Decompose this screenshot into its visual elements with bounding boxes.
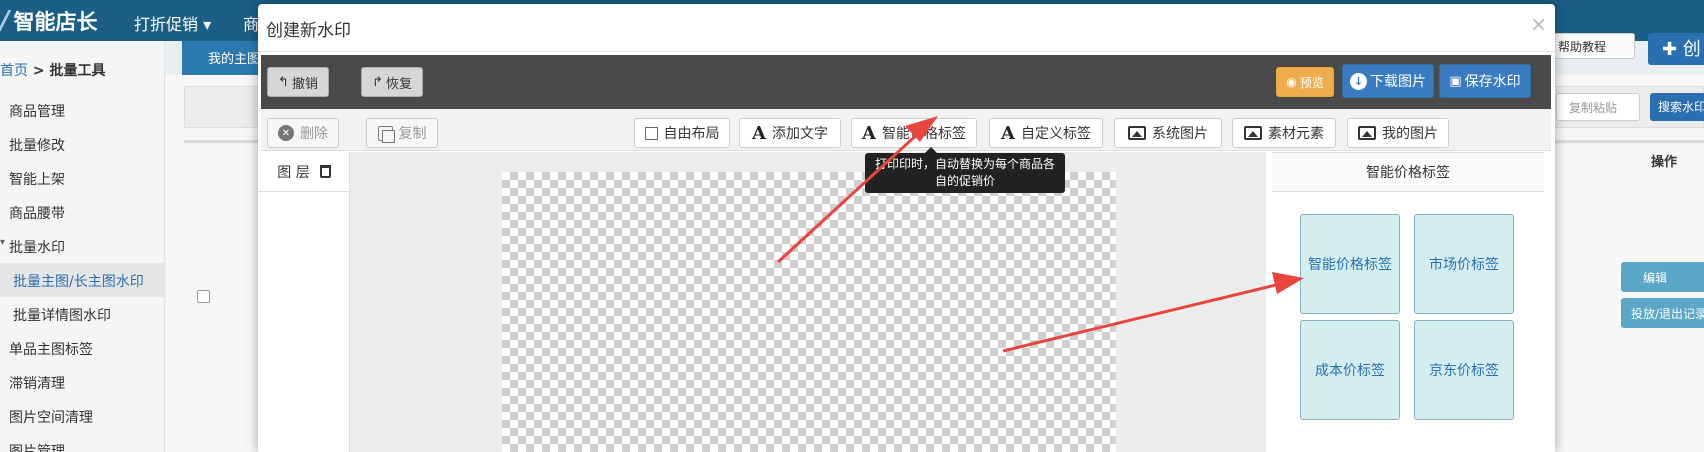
sidebar-item-main-image-watermark[interactable]: 批量主图/长主图水印 [0,263,165,297]
close-icon[interactable]: × [1530,12,1547,36]
eye-icon: ◉ [1286,75,1297,89]
create-button[interactable]: ✚ 创 [1648,33,1704,65]
paste-button[interactable]: 复制粘贴 [1556,93,1640,121]
sidebar-item-detail-watermark[interactable]: 批量详情图水印 [13,305,111,325]
free-layout-checkbox[interactable]: 自由布局 [634,118,730,148]
breadcrumb: 首页 > 批量工具 [0,60,105,80]
material-button[interactable]: 素材元素 [1232,118,1336,148]
modal-header: 创建新水印 × [258,4,1555,52]
my-image-button[interactable]: 我的图片 [1347,118,1449,148]
price-tag-panel: 智能价格标签 智能价格标签 市场价标签 成本价标签 京东价标签 [1272,152,1544,452]
breadcrumb-home[interactable]: 首页 [0,63,28,79]
panel-title: 智能价格标签 [1272,152,1544,192]
copy-icon [377,125,395,143]
smart-price-tag-button[interactable]: A 智能价格标签 [851,118,977,148]
text-icon: A [862,122,876,144]
jd-price-tag-option[interactable]: 京东价标签 [1414,320,1514,420]
logo-mark-icon: / [0,6,10,36]
preview-button[interactable]: ◉ 预览 [1276,67,1334,97]
nav-promotions[interactable]: 打折促销 ▾ [134,11,211,35]
logo-text: 智能店长 [13,10,98,34]
add-text-button[interactable]: A 添加文字 [739,118,841,148]
sidebar-item-smart-listing[interactable]: 智能上架 [9,169,65,189]
delete-button[interactable]: ✕ 删除 [267,118,339,148]
sidebar-item-goods-manage[interactable]: 商品管理 [9,101,65,121]
sidebar-item-slow-clean[interactable]: 滞销清理 [9,373,65,393]
putout-record-button[interactable]: 投放/退出记录 [1621,298,1704,328]
sidebar-item-goods-belt[interactable]: 商品腰带 [9,203,65,223]
layers-header: 图 层 [258,152,350,192]
market-price-tag-option[interactable]: 市场价标签 [1414,214,1514,314]
save-icon: ▣ [1449,73,1462,89]
help-button[interactable]: 帮助教程 [1551,33,1635,59]
download-icon: ↓ [1350,72,1367,90]
undo-button[interactable]: ↰ 撤销 [267,67,329,97]
breadcrumb-current: 批量工具 [49,63,106,79]
price-tag-tooltip: 打印印时，自动替换为每个商品各自的促销价 [865,147,1065,193]
tools-toolbar: ✕ 删除 复制 自由布局 A 添加文字 A 智能价格标签 A 自定义标签 系统图片 素材… [261,109,1551,151]
redo-arrow-icon: ↱ [372,74,383,90]
image-icon [1358,126,1376,140]
cost-price-tag-option[interactable]: 成本价标签 [1300,320,1400,420]
sidebar-item-batch-watermark[interactable]: 批量水印 [0,237,65,257]
undo-arrow-icon: ↰ [278,74,289,90]
text-icon: A [752,122,766,144]
create-watermark-modal: 创建新水印 × ↰ 撤销 ↱ 恢复 ◉ 预览 ↓ 下载图片 ▣ 保存水印 ✕ 删除 复制 自… [258,4,1555,452]
delete-icon: ✕ [278,125,294,141]
search-watermark-button[interactable]: 搜索水印 [1650,93,1704,121]
sidebar-item-batch-edit[interactable]: 批量修改 [9,135,65,155]
image-icon [1244,126,1262,140]
row-checkbox[interactable] [197,290,210,303]
layers-label: 图 层 [277,164,310,181]
tab-my-main-image[interactable]: 我的主图 [182,41,262,75]
canvas-area [350,152,1266,452]
copy-button[interactable]: 复制 [366,118,438,148]
image-icon [1128,126,1146,140]
sidebar-item-single-tag[interactable]: 单品主图标签 [9,339,93,359]
text-icon: A [1001,122,1015,144]
ops-column-header: 操作 [1651,155,1678,170]
sidebar-item-image-manage[interactable]: 图片管理 [9,441,65,452]
breadcrumb-sep: > [28,63,50,79]
layers-panel: 图 层 [258,152,350,452]
modal-title: 创建新水印 [266,21,351,41]
trash-icon[interactable] [319,165,331,178]
system-image-button[interactable]: 系统图片 [1114,118,1222,148]
edit-button[interactable]: 编辑 [1621,262,1704,292]
save-watermark-button[interactable]: ▣ 保存水印 [1439,64,1531,98]
nav-goods[interactable]: 商 [243,11,259,35]
sidebar-item-image-space-clean[interactable]: 图片空间清理 [9,407,93,427]
checkbox-icon [644,126,658,140]
watermark-canvas[interactable] [502,172,1116,452]
smart-price-tag-option[interactable]: 智能价格标签 [1300,214,1400,314]
main-toolbar: ↰ 撤销 ↱ 恢复 ◉ 预览 ↓ 下载图片 ▣ 保存水印 [261,55,1551,109]
custom-tag-button[interactable]: A 自定义标签 [989,118,1103,148]
redo-button[interactable]: ↱ 恢复 [361,67,423,97]
download-image-button[interactable]: ↓ 下载图片 [1342,64,1434,98]
app-logo[interactable]: / 智能店长 [0,6,98,36]
